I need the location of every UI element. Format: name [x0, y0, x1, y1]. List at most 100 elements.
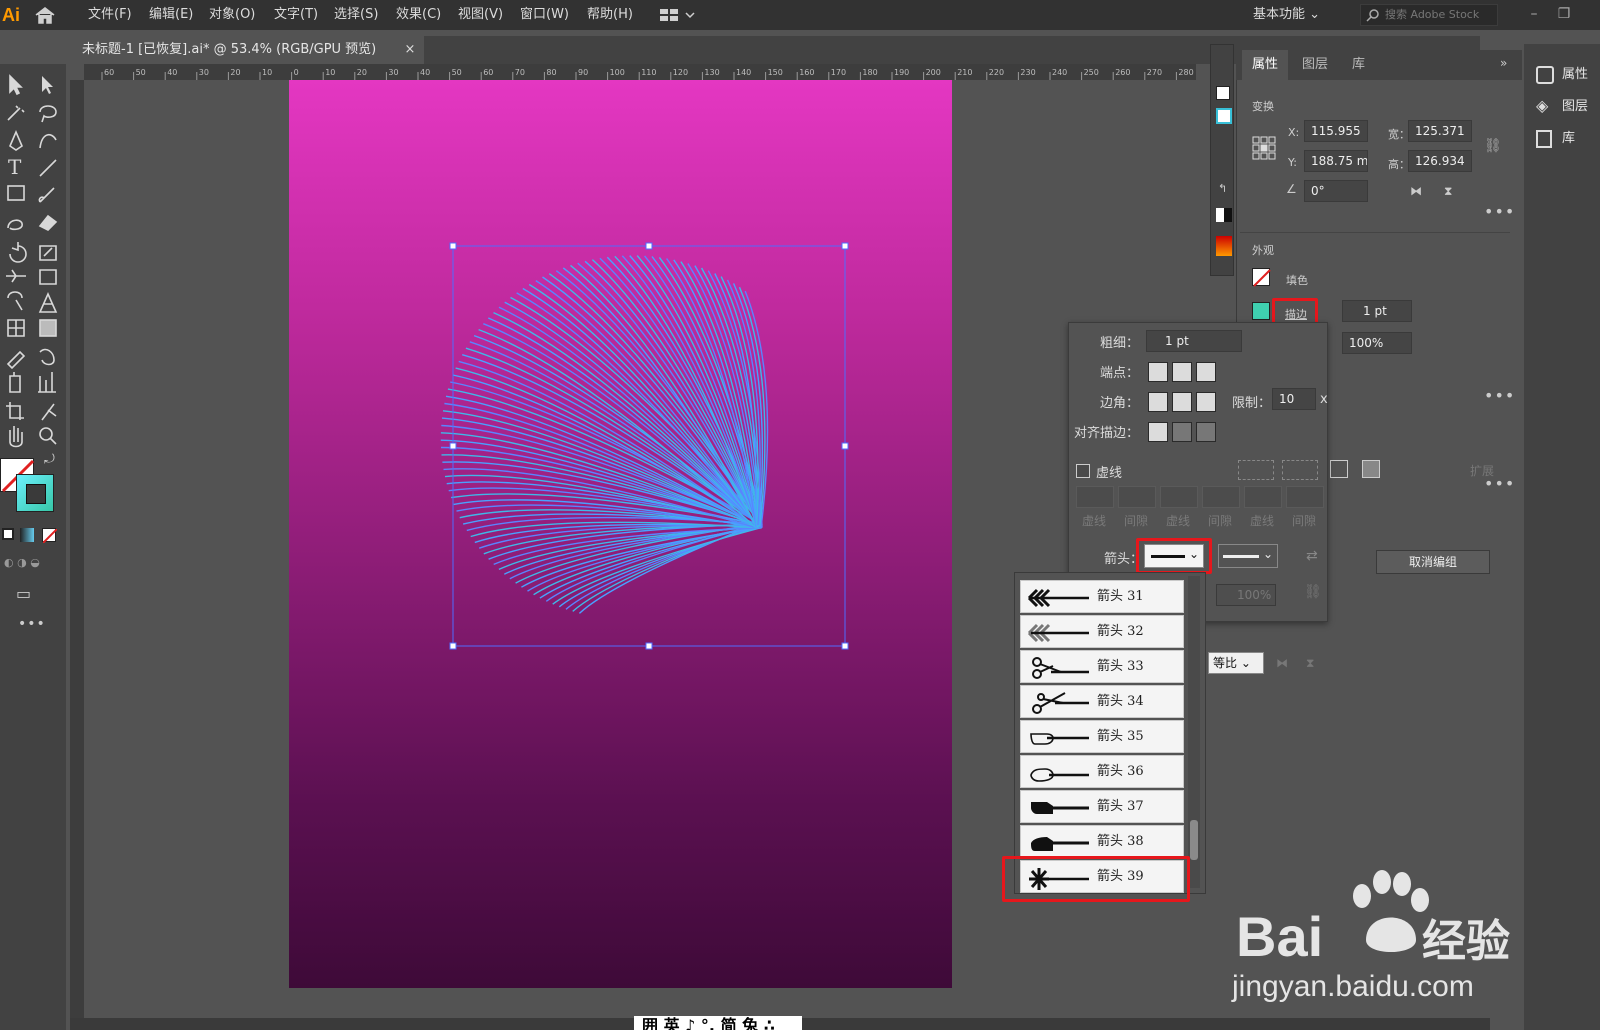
pathfinder-icon[interactable]: [1330, 460, 1348, 478]
menu-window[interactable]: 窗口(W): [520, 0, 569, 30]
menu-select[interactable]: 选择(S): [334, 0, 378, 30]
gap-2-field[interactable]: [1202, 486, 1240, 508]
mini-fill-icon[interactable]: [1216, 86, 1230, 100]
mini-arrow-icon[interactable]: ↰: [1218, 182, 1230, 195]
flip-horizontal-icon[interactable]: ⧓: [1410, 184, 1422, 198]
stroke-weight-input[interactable]: 1 pt: [1146, 330, 1242, 352]
ruler-tick-label: 20: [357, 68, 367, 77]
y-field[interactable]: 188.75 m: [1304, 150, 1368, 172]
document-tab[interactable]: 未标题-1 [已恢复].ai* @ 53.4% (RGB/GPU 预览): [70, 36, 424, 64]
tab-properties[interactable]: 属性: [1242, 50, 1289, 80]
arrange-documents-icon[interactable]: [658, 7, 696, 23]
arrowhead-option[interactable]: 箭头 33: [1020, 650, 1184, 683]
rotate-angle-field[interactable]: 0°: [1304, 180, 1368, 202]
arrowhead-option[interactable]: 箭头 37: [1020, 790, 1184, 823]
pathfinder-more-icon[interactable]: •••: [1484, 474, 1515, 493]
miter-limit-field[interactable]: 10: [1272, 388, 1316, 410]
gradient-mode-icon[interactable]: [20, 528, 34, 542]
edit-toolbar-icon[interactable]: •••: [18, 616, 46, 636]
gap-1-field[interactable]: [1118, 486, 1156, 508]
mini-stroke-icon[interactable]: [1216, 108, 1232, 124]
width-field[interactable]: 125.371: [1408, 120, 1472, 142]
ime-toolbar[interactable]: 囲 英 ♪ °, 简 兔 ∴: [634, 1016, 802, 1030]
horizontal-ruler-ticks: 60 50 40 30 20 10 0 10 20 30 40 50 60 70 80 90 100 110 120…: [101, 68, 1194, 80]
transform-heading: 变换: [1252, 100, 1274, 113]
dash-2-field[interactable]: [1160, 486, 1198, 508]
end-arrowhead-select[interactable]: ⌄: [1218, 544, 1278, 568]
stock-search-input[interactable]: 搜索 Adobe Stock: [1360, 4, 1498, 26]
mini-gradient-icon[interactable]: [1216, 236, 1232, 256]
arrowhead-option[interactable]: 箭头 36: [1020, 755, 1184, 788]
menu-edit[interactable]: 编辑(E): [149, 0, 193, 30]
flip-vertical-icon[interactable]: ⧗: [1444, 184, 1452, 199]
swap-arrowheads-icon[interactable]: ⇄: [1306, 548, 1318, 564]
arrowhead-option[interactable]: 箭头 35: [1020, 720, 1184, 753]
transform-more-icon[interactable]: •••: [1484, 202, 1515, 221]
dash-preserve-icon[interactable]: [1238, 460, 1274, 480]
minimize-icon[interactable]: –: [1524, 4, 1544, 24]
stroke-label[interactable]: 描边: [1285, 306, 1307, 322]
bevel-join-button[interactable]: [1196, 392, 1216, 412]
feather-artwork[interactable]: [289, 80, 952, 988]
stroke-swatch[interactable]: [16, 474, 54, 512]
round-join-button[interactable]: [1172, 392, 1192, 412]
search-icon: [1366, 9, 1379, 22]
dashed-line-checkbox[interactable]: [1076, 464, 1090, 478]
arrow-scale-field[interactable]: 100%: [1216, 584, 1276, 606]
swap-fill-stroke-icon[interactable]: ⤾: [44, 452, 60, 468]
gap-3-field[interactable]: [1286, 486, 1324, 508]
align-outside-button[interactable]: [1196, 422, 1216, 442]
mini-swatch-icon[interactable]: [1216, 208, 1232, 222]
menu-object[interactable]: 对象(O): [209, 0, 255, 30]
dash-3-field[interactable]: [1244, 486, 1282, 508]
scrollbar-thumb[interactable]: [1190, 820, 1198, 860]
color-mode-icon[interactable]: [2, 528, 14, 540]
menu-type[interactable]: 文字(T): [274, 0, 318, 30]
width-tool-icon: [6, 269, 26, 283]
appearance-more-icon[interactable]: •••: [1484, 386, 1515, 405]
arrowhead-option[interactable]: 箭头 34: [1020, 685, 1184, 718]
arrowhead-option[interactable]: 箭头 38: [1020, 825, 1184, 858]
screen-mode-icon[interactable]: ▭: [16, 584, 44, 604]
link-scale-icon[interactable]: ⛓: [1304, 584, 1322, 600]
close-tab-icon[interactable]: ×: [400, 36, 420, 64]
stroke-color-swatch[interactable]: [1252, 302, 1270, 320]
arrowhead-option[interactable]: 箭头 31: [1020, 580, 1184, 613]
stroke-weight-field[interactable]: 1 pt: [1342, 300, 1412, 322]
restore-icon[interactable]: ❐: [1554, 4, 1574, 24]
arrow-align-select[interactable]: 等比 ⌄: [1208, 652, 1264, 674]
ruler-tick-label: 150: [768, 68, 783, 77]
projecting-cap-button[interactable]: [1196, 362, 1216, 382]
arrowhead-option[interactable]: 箭头 32: [1020, 615, 1184, 648]
align-inside-button[interactable]: [1172, 422, 1192, 442]
workspace-switcher[interactable]: 基本功能 ⌄: [1253, 4, 1320, 26]
draw-mode-icons[interactable]: ◐ ◑ ◒: [4, 556, 56, 570]
height-field[interactable]: 126.934: [1408, 150, 1472, 172]
menu-view[interactable]: 视图(V): [458, 0, 503, 30]
reference-point-icon[interactable]: [1252, 136, 1276, 160]
menu-file[interactable]: 文件(F): [88, 0, 132, 30]
opacity-field[interactable]: 100%: [1342, 332, 1412, 354]
none-mode-icon[interactable]: [42, 528, 58, 544]
menu-effect[interactable]: 效果(C): [396, 0, 441, 30]
menu-help[interactable]: 帮助(H): [587, 0, 633, 30]
pathfinder-minus-icon[interactable]: [1362, 460, 1380, 478]
round-cap-button[interactable]: [1172, 362, 1192, 382]
panel-menu-icon[interactable]: »: [1500, 56, 1507, 70]
arrow-align-tip-icon[interactable]: ⧓: [1276, 656, 1288, 670]
tab-layers[interactable]: 图层: [1302, 50, 1328, 80]
ruler-tick-label: 60: [483, 68, 493, 77]
dash-1-field[interactable]: [1076, 486, 1114, 508]
align-center-button[interactable]: [1148, 422, 1168, 442]
x-field[interactable]: 115.955: [1304, 120, 1368, 142]
arrow-align-end-icon[interactable]: ⧗: [1306, 656, 1314, 671]
constrain-proportions-icon[interactable]: ⛓: [1484, 138, 1502, 154]
ungroup-button[interactable]: 取消编组: [1376, 550, 1490, 574]
butt-cap-button[interactable]: [1148, 362, 1168, 382]
miter-join-button[interactable]: [1148, 392, 1168, 412]
tab-libraries[interactable]: 库: [1352, 50, 1365, 80]
home-icon[interactable]: [34, 6, 56, 24]
vertical-ruler[interactable]: [70, 80, 84, 1030]
fill-none-swatch[interactable]: [1252, 268, 1271, 287]
dash-align-icon[interactable]: [1282, 460, 1318, 480]
